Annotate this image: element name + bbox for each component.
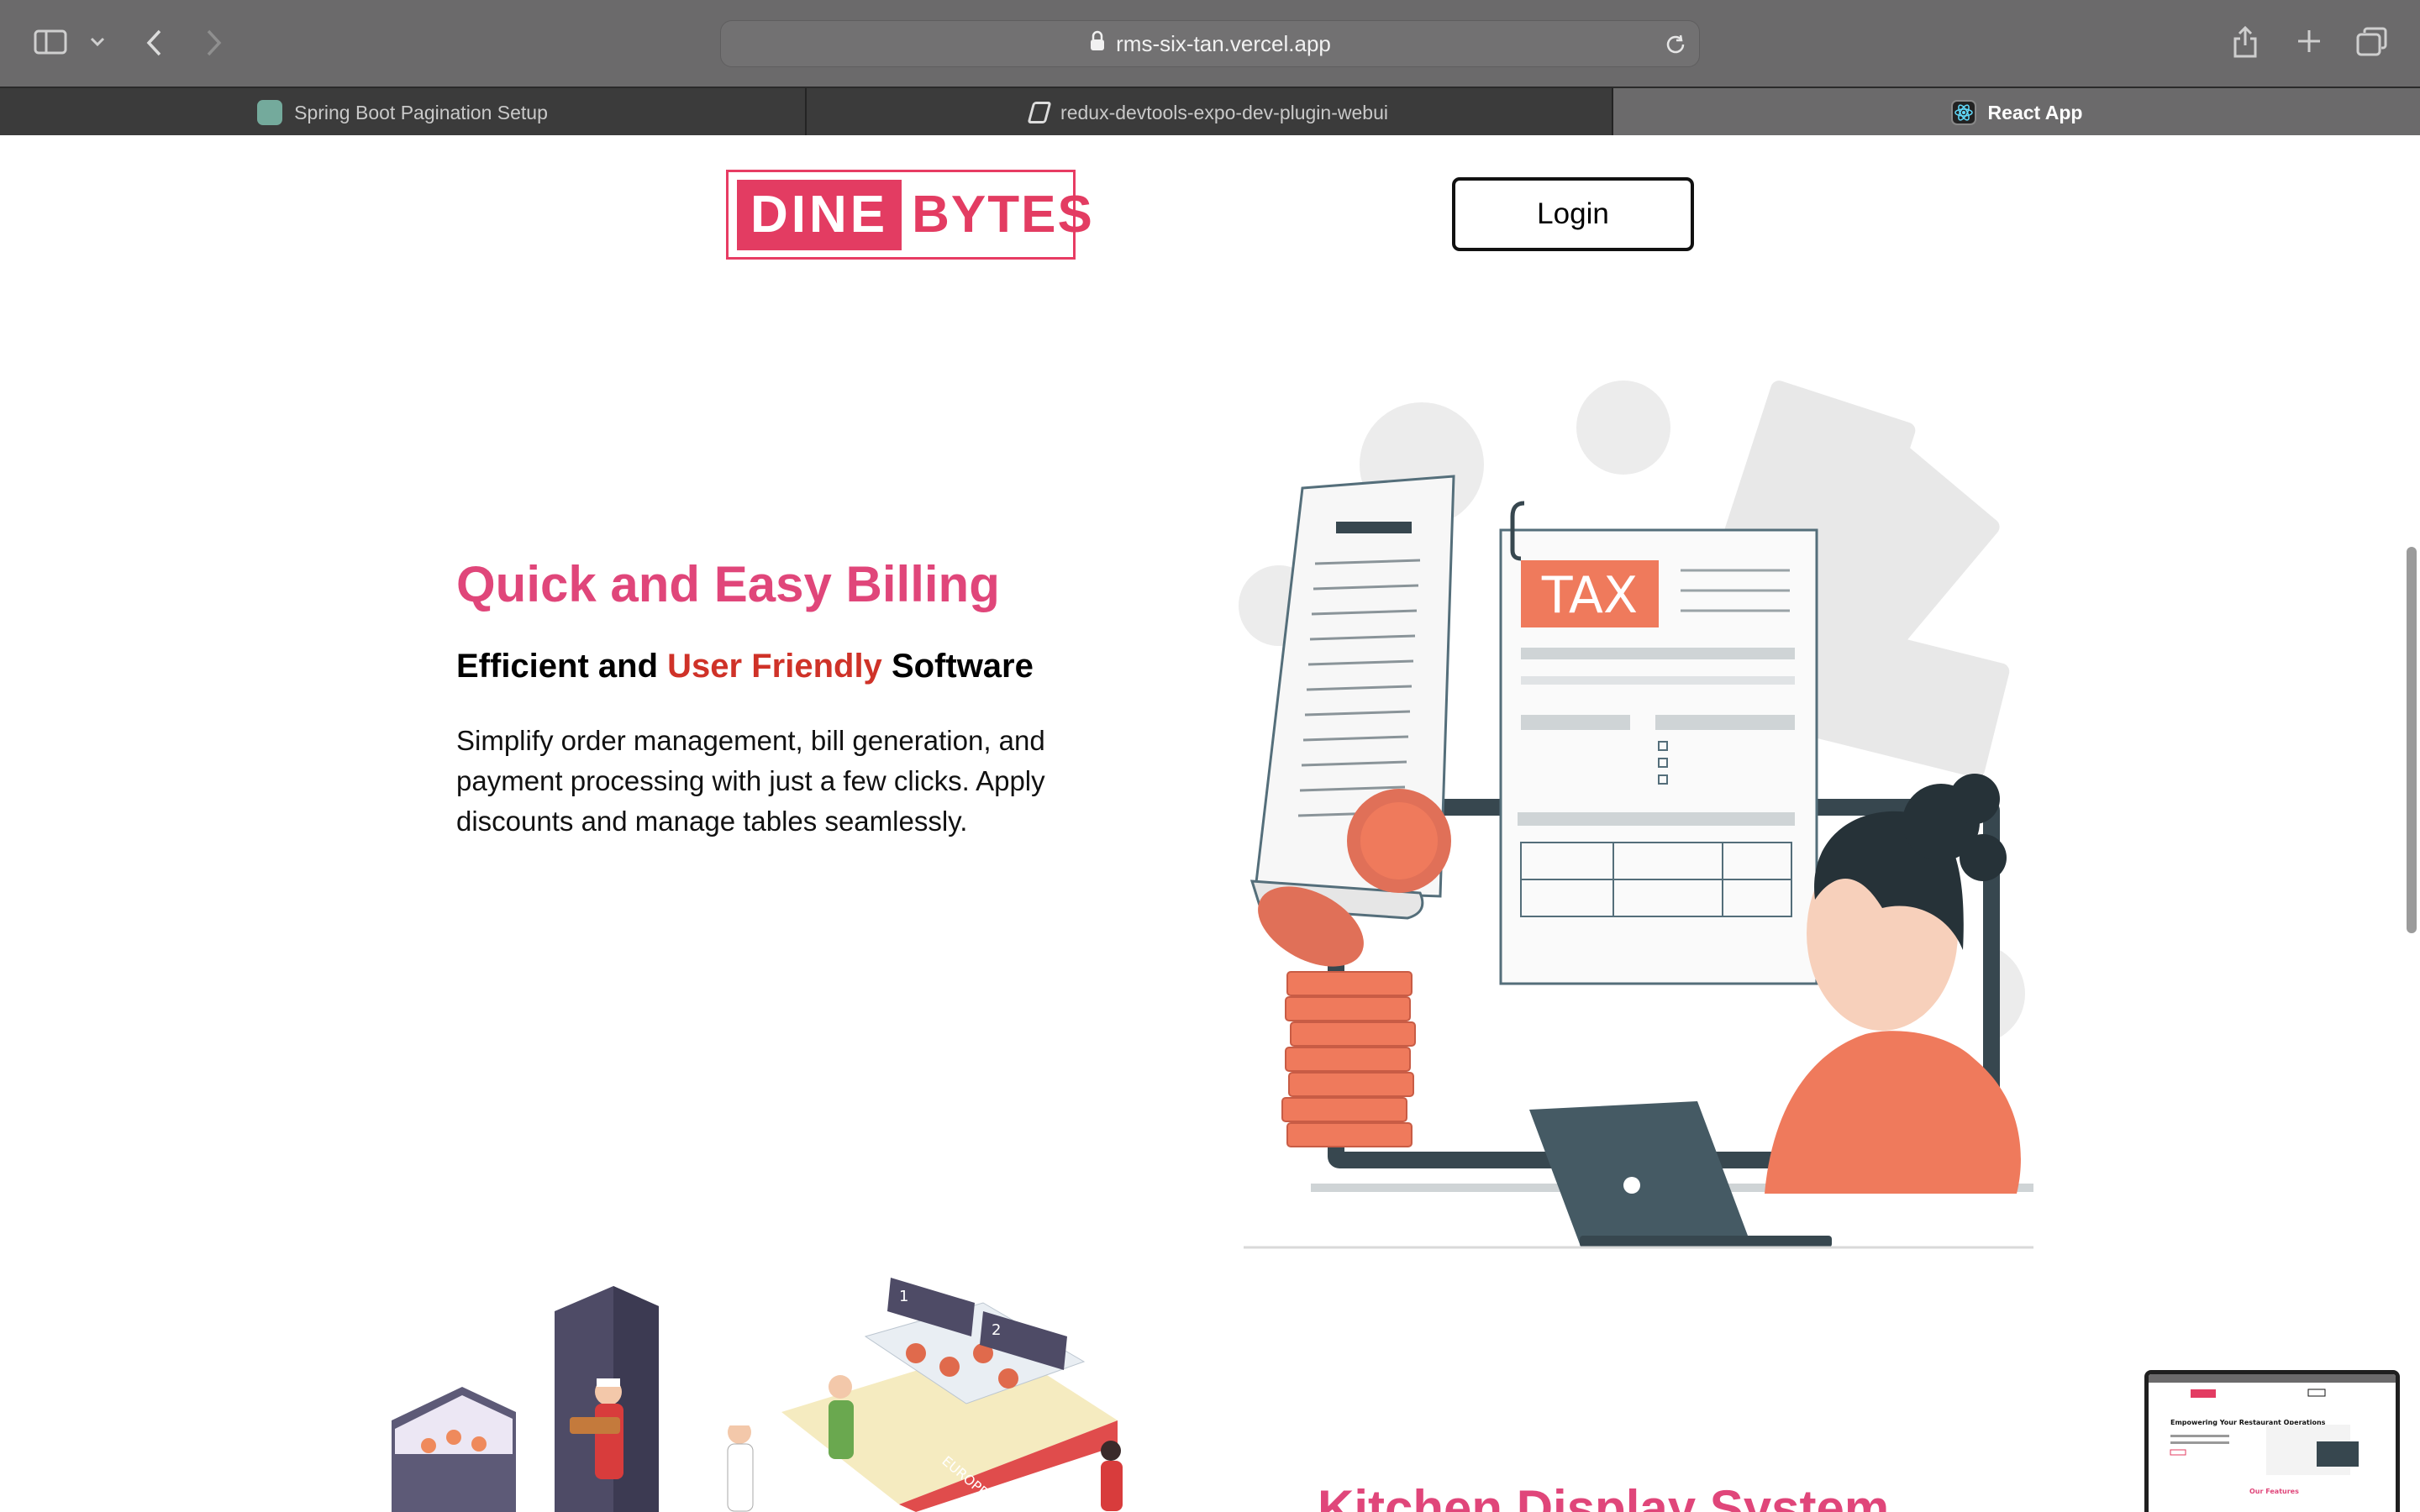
page-content: DINE BYTES Login Quick and Easy Billing … <box>0 135 2420 1512</box>
chatgpt-icon <box>257 100 283 125</box>
tax-label: TAX <box>1541 566 1638 625</box>
hero-subtitle: Efficient and User Friendly Software <box>456 648 1034 685</box>
logo-dine: DINE <box>737 179 902 250</box>
subtitle-highlight: User Friendly <box>667 648 882 685</box>
subtitle-suffix: Software <box>891 648 1034 685</box>
logo-bytes: BYTES <box>912 186 1094 244</box>
share-icon[interactable] <box>2232 25 2259 59</box>
back-icon[interactable] <box>145 29 165 57</box>
new-tab-icon[interactable] <box>2296 28 2323 55</box>
dinebytes-logo[interactable]: DINE BYTES <box>726 170 1092 260</box>
tab-label: redux-devtools-expo-dev-plugin-webui <box>1060 101 1388 123</box>
kitchen-section-title: Kitchen Display System <box>1318 1480 1890 1512</box>
tab-label: Spring Boot Pagination Setup <box>294 101 548 123</box>
tab-label: React App <box>1987 101 2083 123</box>
tab-overview-icon[interactable] <box>2356 26 2388 56</box>
browser-toolbar: rms-six-tan.vercel.app <box>0 0 2420 87</box>
tab-react-app[interactable]: React App <box>1613 88 2420 137</box>
login-button[interactable]: Login <box>1452 177 1694 251</box>
hero-title: Quick and Easy Billing <box>456 556 1000 612</box>
tab-spring-boot[interactable]: Spring Boot Pagination Setup <box>0 88 805 137</box>
thumb-features: Our Features <box>2249 1488 2299 1495</box>
kitchen-illustration: EUROPEAN FOOD ASIAN FOOD 1 2 <box>392 1278 1123 1512</box>
url-text: rms-six-tan.vercel.app <box>1116 30 1331 56</box>
chevron-down-icon[interactable] <box>89 34 106 50</box>
thumbnail-preview: Empowering Your Restaurant Operations Ou… <box>2149 1374 2396 1495</box>
react-icon <box>1950 100 1976 125</box>
label-asian-food: ASIAN FOOD <box>1023 1476 1107 1512</box>
tax-document: TAX <box>1499 501 1818 985</box>
forward-icon[interactable] <box>203 29 224 57</box>
tab-redux-devtools[interactable]: redux-devtools-expo-dev-plugin-webui <box>807 88 1612 137</box>
github-icon <box>1027 102 1052 123</box>
sidebar-toggle-icon[interactable] <box>34 29 67 55</box>
billing-illustration: TAX <box>1239 381 2033 1249</box>
tab-bar: Spring Boot Pagination Setup redux-devto… <box>0 87 2420 137</box>
kitchen-shelf <box>392 1387 516 1512</box>
address-bar[interactable]: rms-six-tan.vercel.app <box>720 20 1700 67</box>
reload-icon[interactable] <box>1664 33 1687 62</box>
board-number-2: 2 <box>992 1321 1001 1339</box>
page-thumbnail[interactable]: Empowering Your Restaurant Operations Ou… <box>2144 1370 2400 1512</box>
cook-figure <box>727 1417 754 1512</box>
hero-description: Simplify order management, bill generati… <box>456 725 1045 837</box>
scrollbar-thumb[interactable] <box>2407 547 2417 933</box>
board-number-1: 1 <box>899 1288 908 1305</box>
subtitle-prefix: Efficient and <box>456 648 659 685</box>
lock-icon <box>1089 30 1106 58</box>
